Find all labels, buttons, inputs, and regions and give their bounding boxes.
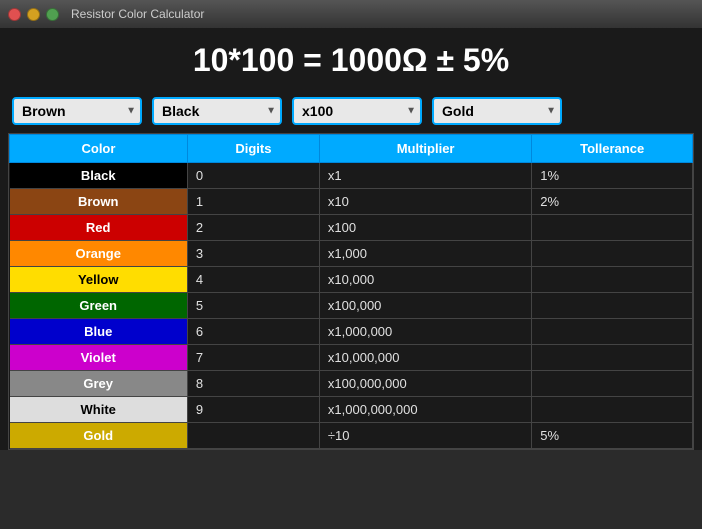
close-button[interactable]	[8, 8, 21, 21]
tolerance-select[interactable]: Gold Silver None Brown Red Green Blue Vi…	[432, 97, 562, 125]
table-row: Violet7x10,000,000	[10, 345, 693, 371]
multiplier-cell: x10,000,000	[319, 345, 531, 371]
multiplier-cell: x1	[319, 163, 531, 189]
table-scroll-area[interactable]: Color Digits Multiplier Tollerance Black…	[9, 134, 693, 449]
digits-cell: 3	[187, 241, 319, 267]
multiplier-cell: x10	[319, 189, 531, 215]
tolerance-cell	[532, 397, 693, 423]
color-cell-grey: Grey	[10, 371, 188, 397]
color-cell-green: Green	[10, 293, 188, 319]
minimize-button[interactable]	[27, 8, 40, 21]
digits-cell	[187, 423, 319, 449]
color-cell-red: Red	[10, 215, 188, 241]
color-cell-orange: Orange	[10, 241, 188, 267]
digits-cell: 7	[187, 345, 319, 371]
digits-cell: 5	[187, 293, 319, 319]
header-color: Color	[10, 135, 188, 163]
formula-display: 10*100 = 1000Ω ± 5%	[193, 42, 509, 78]
multiplier-cell: x1,000	[319, 241, 531, 267]
tolerance-cell	[532, 267, 693, 293]
color-cell-violet: Violet	[10, 345, 188, 371]
multiplier-cell: x100,000	[319, 293, 531, 319]
multiplier-cell: x1,000,000,000	[319, 397, 531, 423]
tolerance-cell: 2%	[532, 189, 693, 215]
table-row: Blue6x1,000,000	[10, 319, 693, 345]
table-header-row: Color Digits Multiplier Tollerance	[10, 135, 693, 163]
band1-select[interactable]: Black Brown Red Orange Yellow Green Blue…	[12, 97, 142, 125]
multiplier-cell: x10,000	[319, 267, 531, 293]
table-row: Grey8x100,000,000	[10, 371, 693, 397]
tolerance-dropdown-wrapper: Gold Silver None Brown Red Green Blue Vi…	[432, 97, 562, 125]
tolerance-cell	[532, 345, 693, 371]
main-window: 10*100 = 1000Ω ± 5% Black Brown Red Oran…	[0, 28, 702, 450]
digits-cell: 9	[187, 397, 319, 423]
color-cell-black: Black	[10, 163, 188, 189]
table-row: Brown1x102%	[10, 189, 693, 215]
tolerance-cell	[532, 215, 693, 241]
table-row: Gold ÷105%	[10, 423, 693, 449]
digits-cell: 4	[187, 267, 319, 293]
table-row: Yellow4x10,000	[10, 267, 693, 293]
color-cell-brown: Brown	[10, 189, 188, 215]
multiplier-dropdown-wrapper: x1 x10 x100 x1,000 x10,000 x100,000 x1,0…	[292, 97, 422, 125]
table-row: White9x1,000,000,000	[10, 397, 693, 423]
digits-cell: 0	[187, 163, 319, 189]
header-multiplier: Multiplier	[319, 135, 531, 163]
tolerance-cell: 1%	[532, 163, 693, 189]
digits-cell: 2	[187, 215, 319, 241]
color-cell-white: White	[10, 397, 188, 423]
band2-select[interactable]: Black Brown Red Orange Yellow Green Blue…	[152, 97, 282, 125]
multiplier-select[interactable]: x1 x10 x100 x1,000 x10,000 x100,000 x1,0…	[292, 97, 422, 125]
color-cell-blue: Blue	[10, 319, 188, 345]
header-tolerance: Tollerance	[532, 135, 693, 163]
title-bar: Resistor Color Calculator	[0, 0, 702, 28]
digits-cell: 1	[187, 189, 319, 215]
tolerance-cell	[532, 319, 693, 345]
color-cell-gold: Gold	[10, 423, 188, 449]
formula-bar: 10*100 = 1000Ω ± 5%	[0, 28, 702, 89]
multiplier-cell: x100,000,000	[319, 371, 531, 397]
digits-cell: 8	[187, 371, 319, 397]
maximize-button[interactable]	[46, 8, 59, 21]
header-digits: Digits	[187, 135, 319, 163]
multiplier-cell: x100	[319, 215, 531, 241]
multiplier-cell: ÷10	[319, 423, 531, 449]
dropdowns-row: Black Brown Red Orange Yellow Green Blue…	[0, 89, 702, 133]
color-reference-table: Color Digits Multiplier Tollerance Black…	[9, 134, 693, 449]
band1-dropdown-wrapper: Black Brown Red Orange Yellow Green Blue…	[12, 97, 142, 125]
table-row: Red2x100	[10, 215, 693, 241]
tolerance-cell	[532, 371, 693, 397]
window-title: Resistor Color Calculator	[71, 7, 204, 21]
table-row: Black0x11%	[10, 163, 693, 189]
multiplier-cell: x1,000,000	[319, 319, 531, 345]
tolerance-cell: 5%	[532, 423, 693, 449]
color-table-container: Color Digits Multiplier Tollerance Black…	[8, 133, 694, 450]
color-cell-yellow: Yellow	[10, 267, 188, 293]
table-row: Orange3x1,000	[10, 241, 693, 267]
digits-cell: 6	[187, 319, 319, 345]
tolerance-cell	[532, 293, 693, 319]
tolerance-cell	[532, 241, 693, 267]
band2-dropdown-wrapper: Black Brown Red Orange Yellow Green Blue…	[152, 97, 282, 125]
table-row: Green5x100,000	[10, 293, 693, 319]
